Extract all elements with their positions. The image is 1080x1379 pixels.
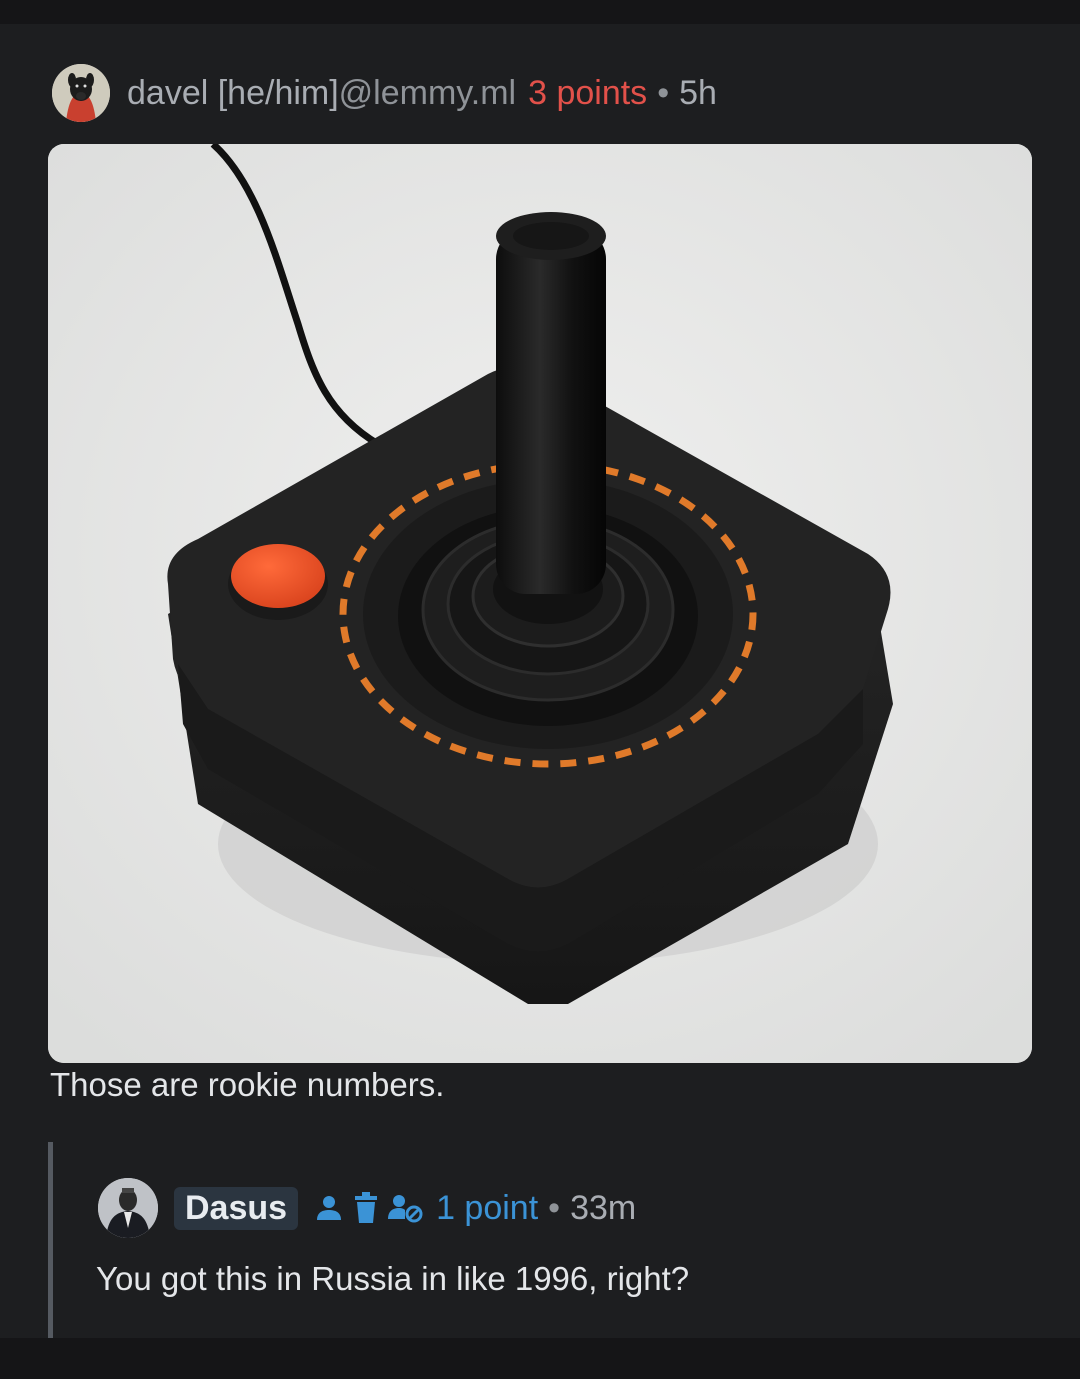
comment-separator: • [657, 73, 670, 112]
reply-comment: Dasus 1 point • 33m You got this in Russ… [48, 1142, 1080, 1338]
comment-score: 3 points [528, 73, 648, 112]
person-blocked-icon [388, 1193, 424, 1223]
reply-avatar[interactable] [98, 1178, 158, 1238]
comment-age: 5h [679, 73, 717, 112]
comment-body: Those are rookie numbers. [50, 1066, 445, 1103]
thread-line[interactable] [48, 1142, 53, 1338]
reply-body: You got this in Russia in like 1996, rig… [96, 1260, 690, 1297]
joystick-photo [48, 144, 1032, 1063]
bottom-bar [0, 1338, 1080, 1379]
suited-avatar-icon [98, 1178, 158, 1238]
status-bar [0, 0, 1080, 24]
dog-avatar-icon [52, 64, 110, 122]
trash-icon [352, 1192, 380, 1224]
reply-separator: • [548, 1188, 561, 1227]
person-icon [314, 1193, 344, 1223]
comment-header: davel [he/him] @lemmy.ml 3 points • 5h [52, 62, 717, 124]
reply-header: Dasus 1 point • 33m [98, 1178, 636, 1238]
comment-instance[interactable]: @lemmy.ml [339, 74, 516, 113]
comment-image[interactable] [48, 144, 1032, 1063]
reply-age: 33m [570, 1188, 637, 1227]
reply-username[interactable]: Dasus [174, 1186, 299, 1230]
reply-score: 1 point [436, 1188, 539, 1227]
comment-username[interactable]: davel [he/him] [127, 74, 339, 113]
user-avatar[interactable] [52, 64, 110, 122]
